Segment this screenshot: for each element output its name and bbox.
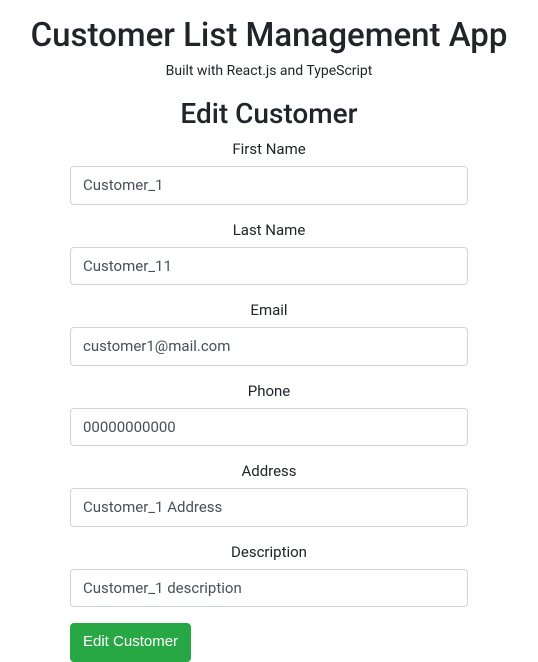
form-title: Edit Customer: [70, 97, 468, 130]
address-input[interactable]: [70, 488, 468, 527]
first-name-group: First Name: [70, 140, 468, 205]
email-group: Email: [70, 301, 468, 366]
description-label: Description: [70, 543, 468, 561]
phone-group: Phone: [70, 382, 468, 447]
description-group: Description: [70, 543, 468, 608]
email-input[interactable]: [70, 327, 468, 366]
edit-customer-form: Edit Customer First Name Last Name Email…: [70, 97, 468, 662]
first-name-input[interactable]: [70, 166, 468, 205]
first-name-label: First Name: [70, 140, 468, 158]
last-name-label: Last Name: [70, 221, 468, 239]
last-name-input[interactable]: [70, 247, 468, 286]
phone-input[interactable]: [70, 408, 468, 447]
email-label: Email: [70, 301, 468, 319]
last-name-group: Last Name: [70, 221, 468, 286]
description-input[interactable]: [70, 569, 468, 608]
address-group: Address: [70, 462, 468, 527]
app-subtitle: Built with React.js and TypeScript: [16, 63, 522, 79]
address-label: Address: [70, 462, 468, 480]
app-title: Customer List Management App: [16, 16, 522, 55]
phone-label: Phone: [70, 382, 468, 400]
edit-customer-button[interactable]: Edit Customer: [70, 623, 191, 662]
